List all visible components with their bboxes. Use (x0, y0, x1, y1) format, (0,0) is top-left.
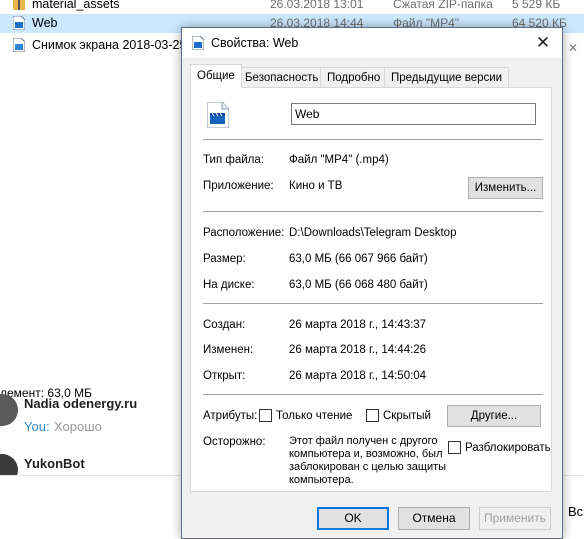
modified-value: 26 марта 2018 г., 14:44:26 (289, 344, 427, 356)
tab-general[interactable]: Общие (190, 64, 242, 88)
tab-details[interactable]: Подробно (320, 67, 388, 87)
file-date: 26.03.2018 13:01 (270, 0, 364, 11)
file-size: 5 529 КБ (512, 0, 561, 11)
attributes-label: Атрибуты: (203, 410, 258, 422)
image-file-icon (12, 37, 26, 53)
general-panel: Web Тип файла: Файл "MP4" (.mp4) Приложе… (190, 87, 552, 492)
opened-value: 26 марта 2018 г., 14:50:04 (289, 370, 427, 382)
caution-label: Осторожно: (203, 436, 266, 448)
you-label: You: (24, 419, 50, 434)
caution-line: компьютера и, возможно, был (289, 448, 443, 460)
divider (203, 211, 543, 212)
opened-label: Открыт: (203, 370, 246, 382)
file-large-icon (206, 101, 230, 131)
hidden-label[interactable]: Скрытый (383, 410, 431, 422)
close-icon: ✕ (535, 33, 551, 52)
on-disk-value: 63,0 МБ (66 068 480 байт) (289, 279, 428, 291)
video-file-icon (12, 15, 26, 31)
divider (203, 303, 543, 304)
size-label: Размер: (203, 253, 246, 265)
file-type-label: Тип файла: (203, 154, 264, 166)
modified-label: Изменен: (203, 344, 254, 356)
created-label: Создан: (203, 319, 246, 331)
caution-line: заблокирован с целью защиты (289, 461, 447, 473)
ok-button[interactable]: OK (317, 507, 389, 530)
close-button[interactable]: ✕ (525, 28, 561, 58)
caution-line: компьютера. (289, 474, 354, 486)
title-bar[interactable]: Свойства: Web ✕ (182, 28, 562, 58)
size-value: 63,0 МБ (66 067 966 байт) (289, 253, 428, 265)
zip-folder-icon (13, 0, 25, 11)
file-name: material_assets (32, 0, 120, 11)
chat-message: Хорошо (54, 419, 102, 434)
apply-button[interactable]: Применить (479, 507, 551, 530)
readonly-label[interactable]: Только чтение (276, 410, 352, 422)
unblock-checkbox[interactable] (448, 441, 461, 454)
divider (203, 139, 543, 140)
right-fragment: Вс (568, 504, 584, 519)
cancel-button[interactable]: Отмена (398, 507, 470, 530)
caution-line: Этот файл получен с другого (289, 435, 438, 447)
divider (203, 394, 543, 395)
file-name-field[interactable]: Web (291, 103, 536, 125)
on-disk-label: На диске: (203, 279, 255, 291)
caution-text: Этот файл получен с другого компьютера и… (289, 435, 446, 487)
file-type: Сжатая ZIP-папка (393, 0, 493, 11)
file-name: Web (32, 16, 58, 30)
change-button[interactable]: Изменить... (468, 177, 543, 199)
app-label: Приложение: (203, 180, 274, 192)
unblock-label[interactable]: Разблокировать (465, 442, 551, 454)
properties-dialog: Свойства: Web ✕ Общие Безопасность Подро… (181, 27, 563, 539)
tab-security[interactable]: Безопасность (238, 67, 326, 87)
other-attributes-button[interactable]: Другие... (447, 405, 541, 427)
video-file-icon (191, 35, 205, 51)
chat-name-bot[interactable]: YukonBot (24, 456, 85, 471)
hidden-checkbox[interactable] (366, 409, 379, 422)
file-type-value: Файл "MP4" (.mp4) (289, 154, 389, 166)
location-label: Расположение: (203, 227, 285, 239)
app-value: Кино и ТВ (289, 180, 343, 192)
tab-previous-versions[interactable]: Предыдущие версии (384, 67, 510, 87)
created-value: 26 марта 2018 г., 14:43:37 (289, 319, 427, 331)
chat-name-top[interactable]: Nadia odenergy.ru (24, 396, 137, 411)
file-name: Снимок экрана 2018-03-25 (32, 38, 187, 52)
dialog-title: Свойства: Web (211, 36, 299, 50)
background-close-icon: ✕ (567, 41, 579, 55)
location-value: D:\Downloads\Telegram Desktop (289, 227, 457, 239)
file-row-material-assets[interactable]: material_assets 26.03.2018 13:01 Сжатая … (0, 0, 584, 14)
readonly-checkbox[interactable] (259, 409, 272, 422)
